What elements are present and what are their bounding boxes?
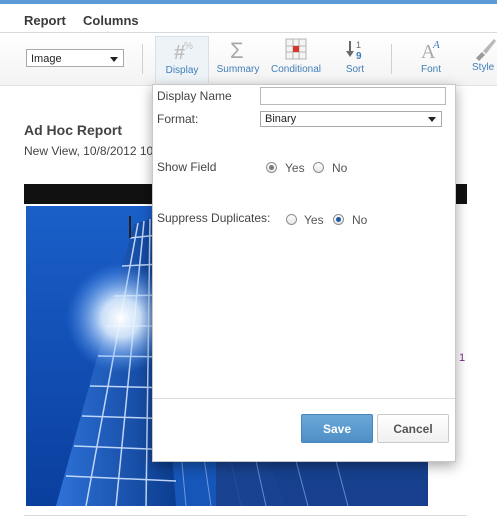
format-select-value: Binary: [265, 113, 297, 125]
style-tool-button[interactable]: Style: [472, 36, 497, 73]
brush-icon: [476, 39, 496, 61]
menu-tabs: Report Columns: [0, 4, 497, 37]
suppress-yes-radio[interactable]: [286, 214, 297, 225]
conditional-tool-label: Conditional: [270, 64, 322, 75]
show-field-no-label: No: [332, 161, 348, 175]
tab-columns[interactable]: Columns: [83, 13, 139, 28]
show-field-no-radio[interactable]: [313, 162, 324, 173]
font-tool-label: Font: [420, 64, 441, 75]
side-number: 1: [459, 352, 466, 364]
sort-icon: 1 9: [346, 40, 362, 62]
tab-report[interactable]: Report: [24, 13, 66, 28]
display-tool-button[interactable]: # % Display: [155, 36, 209, 83]
show-field-yes-radio[interactable]: [266, 162, 277, 173]
font-icon: A A: [421, 39, 440, 62]
sort-tool-button[interactable]: 1 9 Sort: [339, 36, 371, 75]
svg-text:9: 9: [356, 51, 362, 62]
toolbar-divider: [391, 44, 392, 74]
summary-tool-button[interactable]: Σ Summary: [214, 36, 262, 75]
chevron-down-icon: [110, 57, 118, 62]
report-subtitle: New View, 10/8/2012 10: [24, 144, 154, 158]
format-select[interactable]: Binary: [260, 111, 442, 127]
svg-text:Σ: Σ: [230, 38, 244, 62]
conditional-grid-icon: [285, 38, 307, 60]
sigma-icon: Σ: [230, 38, 244, 62]
display-name-label: Display Name: [157, 89, 232, 103]
svg-text:%: %: [184, 41, 193, 52]
chevron-down-icon: [428, 117, 436, 122]
display-name-input[interactable]: [260, 87, 446, 105]
format-type-select[interactable]: Image: [26, 49, 124, 67]
format-type-value: Image: [31, 53, 62, 65]
cancel-button[interactable]: Cancel: [377, 414, 449, 443]
display-settings-dialog: Display Name Format: Binary Show Field Y…: [152, 84, 456, 462]
suppress-no-label: No: [352, 213, 368, 227]
dialog-footer-divider: [153, 398, 455, 399]
report-title: Ad Hoc Report: [24, 122, 122, 138]
conditional-tool-button[interactable]: Conditional: [267, 36, 325, 75]
svg-text:1: 1: [356, 40, 361, 50]
show-field-label: Show Field: [157, 160, 217, 174]
svg-text:A: A: [432, 39, 440, 51]
display-tool-label: Display: [165, 65, 199, 76]
display-icon: # %: [174, 41, 193, 63]
summary-tool-label: Summary: [216, 64, 260, 75]
sort-tool-label: Sort: [345, 64, 365, 75]
suppress-no-radio[interactable]: [333, 214, 344, 225]
toolbar-divider: [142, 44, 143, 74]
suppress-duplicates-label: Suppress Duplicates:: [157, 211, 271, 225]
bottom-divider: [24, 515, 467, 516]
save-button[interactable]: Save: [301, 414, 373, 443]
font-tool-button[interactable]: A A Font: [415, 36, 447, 75]
style-tool-label: Style: [472, 62, 495, 73]
format-label: Format:: [157, 112, 199, 126]
suppress-yes-label: Yes: [304, 213, 324, 227]
show-field-yes-label: Yes: [285, 161, 305, 175]
